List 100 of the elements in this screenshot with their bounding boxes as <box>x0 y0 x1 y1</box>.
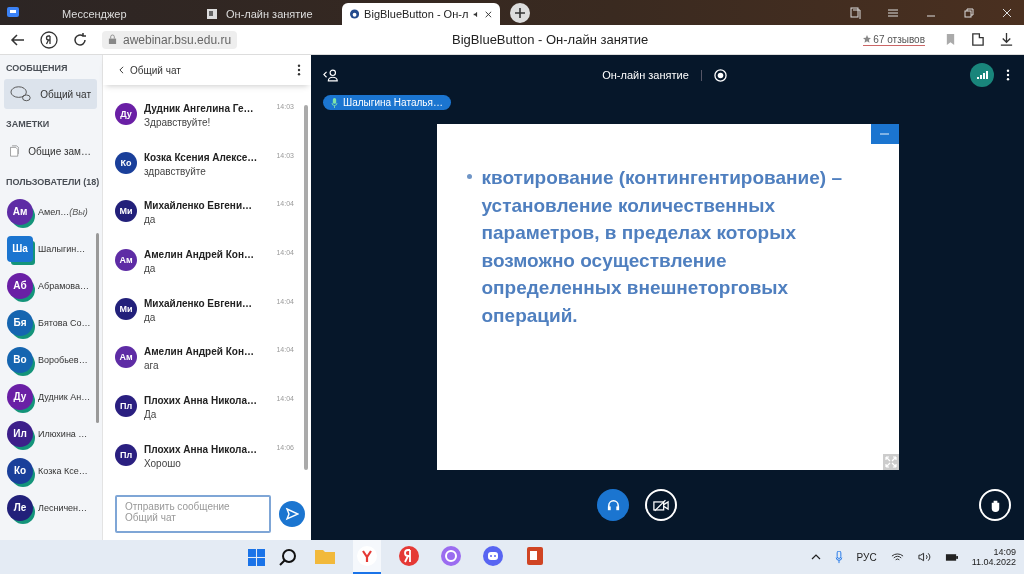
headphones-icon <box>605 497 621 513</box>
user-avatar: Ко <box>7 457 33 484</box>
user-avatar: Аб <box>7 272 33 299</box>
chat-title[interactable]: Общий чат <box>130 64 181 76</box>
download-icon[interactable] <box>999 32 1014 47</box>
sender-name: Козка Ксения Алексе… <box>144 151 258 163</box>
back-icon[interactable] <box>10 31 26 48</box>
sender-name: Михайленко Евгени… <box>144 200 253 212</box>
user-list-item[interactable]: Ле Лесничен… <box>0 489 102 526</box>
message-text: да <box>144 214 157 226</box>
connection-status-icon[interactable] <box>970 63 994 87</box>
page-title: BigBlueButton - Он-лайн занятие <box>452 32 649 47</box>
user-list-item[interactable]: Ко Козка Ксе… <box>0 452 102 489</box>
new-tab-icon[interactable] <box>510 2 530 23</box>
browser-tab[interactable]: Он-лайн занятие <box>198 3 338 25</box>
user-avatar: Ам <box>115 249 137 272</box>
minimize-presentation-button[interactable] <box>870 124 899 144</box>
microphone-icon[interactable] <box>834 550 843 564</box>
language-indicator[interactable]: РУС <box>856 551 877 563</box>
page-icon <box>206 8 218 20</box>
extension-icon[interactable] <box>970 32 985 47</box>
taskbar-app[interactable] <box>352 540 381 574</box>
wifi-icon[interactable] <box>890 552 904 562</box>
chevron-up-icon[interactable] <box>810 554 821 560</box>
user-avatar: Ду <box>115 103 137 125</box>
clock-date[interactable]: 11.04.2022 <box>971 557 1016 567</box>
yandex-logo-icon[interactable] <box>40 30 58 49</box>
audio-button[interactable] <box>597 489 629 521</box>
messenger-icon[interactable] <box>6 5 20 20</box>
message-text: здравствуйте <box>144 165 207 177</box>
user-avatar: Ам <box>7 198 33 225</box>
camera-off-icon <box>653 498 669 512</box>
user-avatar: Ко <box>115 151 137 174</box>
bullet-icon <box>466 174 472 179</box>
message-text: Хорошо <box>144 457 182 469</box>
sender-name: Михайленко Евгени… <box>144 297 253 309</box>
close-icon[interactable] <box>485 9 492 19</box>
volume-icon[interactable] <box>917 552 931 562</box>
user-list-toggle-icon[interactable] <box>323 68 339 82</box>
user-avatar: Ми <box>115 200 137 223</box>
sender-name: Амелин Андрей Кон… <box>144 346 254 358</box>
yandex-icon <box>398 546 419 566</box>
user-list-item[interactable]: Ша Шалыгин… <box>0 230 102 267</box>
user-avatar: Во <box>7 346 33 373</box>
user-list-item[interactable]: Ду Дудник Ан… <box>0 378 102 415</box>
user-list-item[interactable]: Аб Абрамова… <box>0 267 102 304</box>
user-avatar: Ми <box>115 297 137 320</box>
address-field[interactable]: awebinar.bsu.edu.ru <box>102 30 238 49</box>
lock-icon <box>108 34 117 45</box>
user-list-item[interactable]: Ил Илюхина … <box>0 415 102 452</box>
scrollbar[interactable] <box>304 105 308 470</box>
restore-icon[interactable] <box>963 6 975 19</box>
user-avatar: Ил <box>7 420 33 447</box>
raise-hand-button[interactable] <box>979 489 1011 521</box>
user-avatar: Бя <box>7 309 33 336</box>
talking-indicator: Шалыгина Наталья… <box>323 95 451 110</box>
start-icon[interactable] <box>247 548 265 566</box>
shared-notes-item[interactable]: Общие зам… <box>4 135 97 167</box>
reload-icon[interactable] <box>72 31 88 48</box>
user-avatar: Ду <box>7 383 33 410</box>
camera-off-button[interactable] <box>645 489 677 521</box>
bookmarks-icon[interactable] <box>849 6 861 19</box>
scrollbar[interactable] <box>96 233 99 423</box>
search-icon[interactable] <box>278 548 297 566</box>
sender-name: Дудник Ангелина Ге… <box>144 103 254 114</box>
slide-text: квотирование (контингентирование) – установление количественных параметров, в пределах которых возможно осуществление определенных внешнеторговых операций. <box>481 166 843 328</box>
message-text: да <box>144 263 157 275</box>
message-text: да <box>144 311 157 323</box>
message-text: ага <box>144 360 160 372</box>
battery-icon[interactable] <box>944 552 958 562</box>
public-chat-item[interactable]: Общий чат <box>4 79 97 109</box>
more-options-icon[interactable] <box>1006 69 1010 81</box>
user-avatar: Пл <box>115 395 137 418</box>
back-chevron-icon[interactable] <box>119 66 124 74</box>
sender-name: Плохих Анна Никола… <box>144 395 257 407</box>
reviews-link[interactable]: 67 отзывов <box>863 33 925 46</box>
user-list-item[interactable]: Бя Бятова Со… <box>0 304 102 341</box>
section-heading: СООБЩЕНИЯ <box>5 62 69 75</box>
user-list-item[interactable]: Во Воробьев… <box>0 341 102 378</box>
user-list-item[interactable]: Ам Амел…(Вы) <box>0 193 102 230</box>
menu-icon[interactable] <box>887 6 899 19</box>
folder-icon <box>314 548 335 564</box>
clock-time[interactable]: 14:09 <box>993 547 1016 557</box>
b-logo-icon <box>350 8 360 20</box>
record-icon[interactable] <box>713 68 727 82</box>
send-button[interactable] <box>279 501 305 527</box>
message-text: Да <box>144 409 158 421</box>
browser-tab[interactable]: BigBlueButton - Он-л <box>342 3 500 25</box>
microphone-icon <box>331 97 338 108</box>
star-icon <box>863 35 872 43</box>
user-avatar: Пл <box>115 443 137 466</box>
minus-icon <box>880 133 889 135</box>
message-input[interactable]: Отправить сообщение Общий чат <box>115 495 271 533</box>
ring-logo-icon <box>440 546 461 566</box>
send-icon <box>285 507 299 521</box>
browser-tab[interactable]: Мессенджер <box>54 3 194 25</box>
close-icon[interactable] <box>1001 6 1013 19</box>
more-options-icon[interactable] <box>297 64 301 76</box>
section-heading: ЗАМЕТКИ <box>5 118 51 131</box>
user-avatar: Ле <box>7 494 33 521</box>
